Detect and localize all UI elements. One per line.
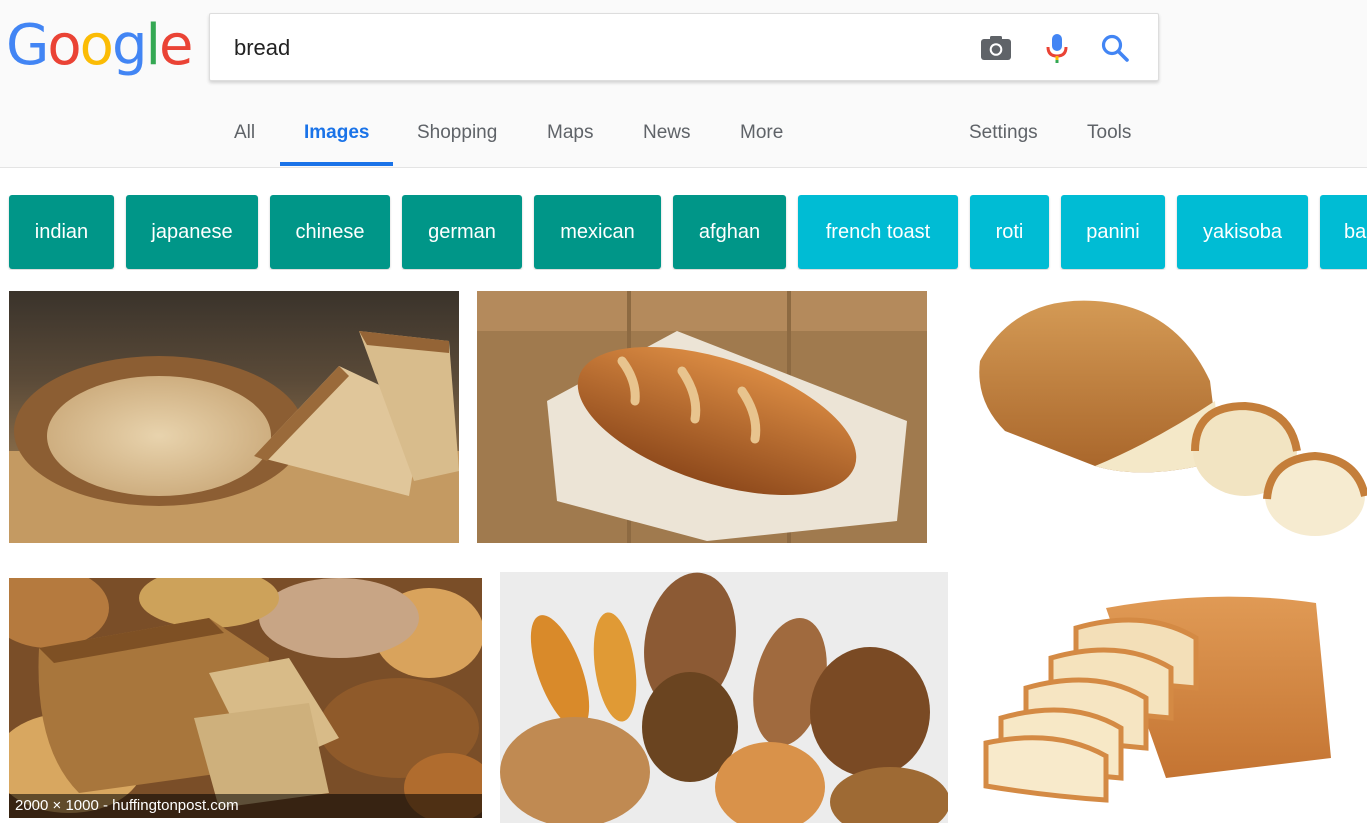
image-result[interactable]: 2000 × 1000 - huffingtonpost.com bbox=[9, 578, 482, 818]
image-result[interactable] bbox=[966, 578, 1367, 823]
chip-panini[interactable]: panini bbox=[1061, 195, 1165, 269]
search-icon[interactable] bbox=[1098, 31, 1132, 65]
tab-images[interactable]: Images bbox=[304, 100, 369, 166]
chip-indian[interactable]: indian bbox=[9, 195, 114, 269]
logo-letter: G bbox=[6, 13, 49, 78]
logo-letter: e bbox=[159, 13, 193, 78]
logo-letter: g bbox=[111, 13, 148, 78]
chip-mexican[interactable]: mexican bbox=[534, 195, 661, 269]
image-result[interactable] bbox=[945, 291, 1367, 543]
logo-letter: o bbox=[79, 13, 114, 78]
image-result[interactable] bbox=[500, 572, 948, 823]
tab-all[interactable]: All bbox=[234, 100, 255, 166]
tab-news[interactable]: News bbox=[643, 100, 691, 166]
chip-afghan[interactable]: afghan bbox=[673, 195, 786, 269]
logo-letter: o bbox=[47, 13, 81, 78]
tab-more[interactable]: More bbox=[740, 100, 783, 166]
tab-shopping[interactable]: Shopping bbox=[417, 100, 497, 166]
image-info-caption: 2000 × 1000 - huffingtonpost.com bbox=[9, 794, 482, 818]
chip-japanese[interactable]: japanese bbox=[126, 195, 258, 269]
related-searches-chips: indian japanese chinese german mexican a… bbox=[0, 195, 1367, 270]
chip-german[interactable]: german bbox=[402, 195, 522, 269]
tab-maps[interactable]: Maps bbox=[547, 100, 593, 166]
chip-roti[interactable]: roti bbox=[970, 195, 1049, 269]
search-input[interactable] bbox=[234, 29, 934, 67]
search-box bbox=[209, 13, 1159, 81]
google-logo[interactable]: Google bbox=[6, 13, 194, 78]
image-result[interactable] bbox=[477, 291, 927, 543]
active-tab-indicator bbox=[280, 162, 393, 166]
microphone-icon[interactable] bbox=[1040, 31, 1074, 65]
chip-ba[interactable]: ba bbox=[1320, 195, 1367, 269]
image-result[interactable] bbox=[9, 291, 459, 543]
logo-letter: l bbox=[145, 13, 161, 78]
settings-link[interactable]: Settings bbox=[969, 100, 1038, 166]
chip-french-toast[interactable]: french toast bbox=[798, 195, 958, 269]
header: Google All bbox=[0, 0, 1367, 168]
search-tabs: All Images Shopping Maps News More Setti… bbox=[0, 100, 1367, 168]
tools-link[interactable]: Tools bbox=[1087, 100, 1131, 166]
chip-chinese[interactable]: chinese bbox=[270, 195, 390, 269]
chip-yakisoba[interactable]: yakisoba bbox=[1177, 195, 1308, 269]
camera-icon[interactable] bbox=[979, 31, 1013, 65]
